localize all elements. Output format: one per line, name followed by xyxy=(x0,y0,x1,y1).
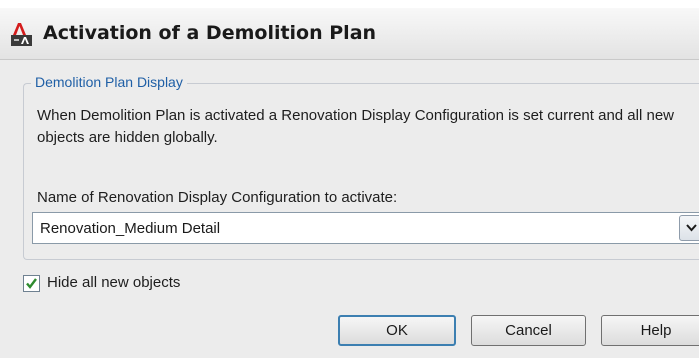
dropdown-button[interactable] xyxy=(679,215,699,241)
display-configuration-label: Name of Renovation Display Configuration… xyxy=(37,189,398,206)
activation-dialog: Activation of a Demolition Plan Demoliti… xyxy=(0,8,699,358)
hide-new-objects-checkbox[interactable] xyxy=(23,275,40,292)
group-legend: Demolition Plan Display xyxy=(31,74,187,90)
cancel-button[interactable]: Cancel xyxy=(471,315,586,346)
dialog-title: Activation of a Demolition Plan xyxy=(43,22,377,44)
chevron-down-icon xyxy=(686,224,697,232)
display-configuration-value: Renovation_Medium Detail xyxy=(40,220,221,237)
checkmark-icon xyxy=(26,278,37,289)
autodesk-architecture-icon xyxy=(10,21,36,47)
ok-button[interactable]: OK xyxy=(338,315,456,346)
group-description: When Demolition Plan is activated a Reno… xyxy=(37,107,674,146)
display-configuration-select[interactable]: Renovation_Medium Detail xyxy=(32,212,699,244)
title-bar[interactable]: Activation of a Demolition Plan xyxy=(0,8,699,60)
help-button[interactable]: Help xyxy=(601,315,699,346)
hide-new-objects-label[interactable]: Hide all new objects xyxy=(47,274,180,291)
